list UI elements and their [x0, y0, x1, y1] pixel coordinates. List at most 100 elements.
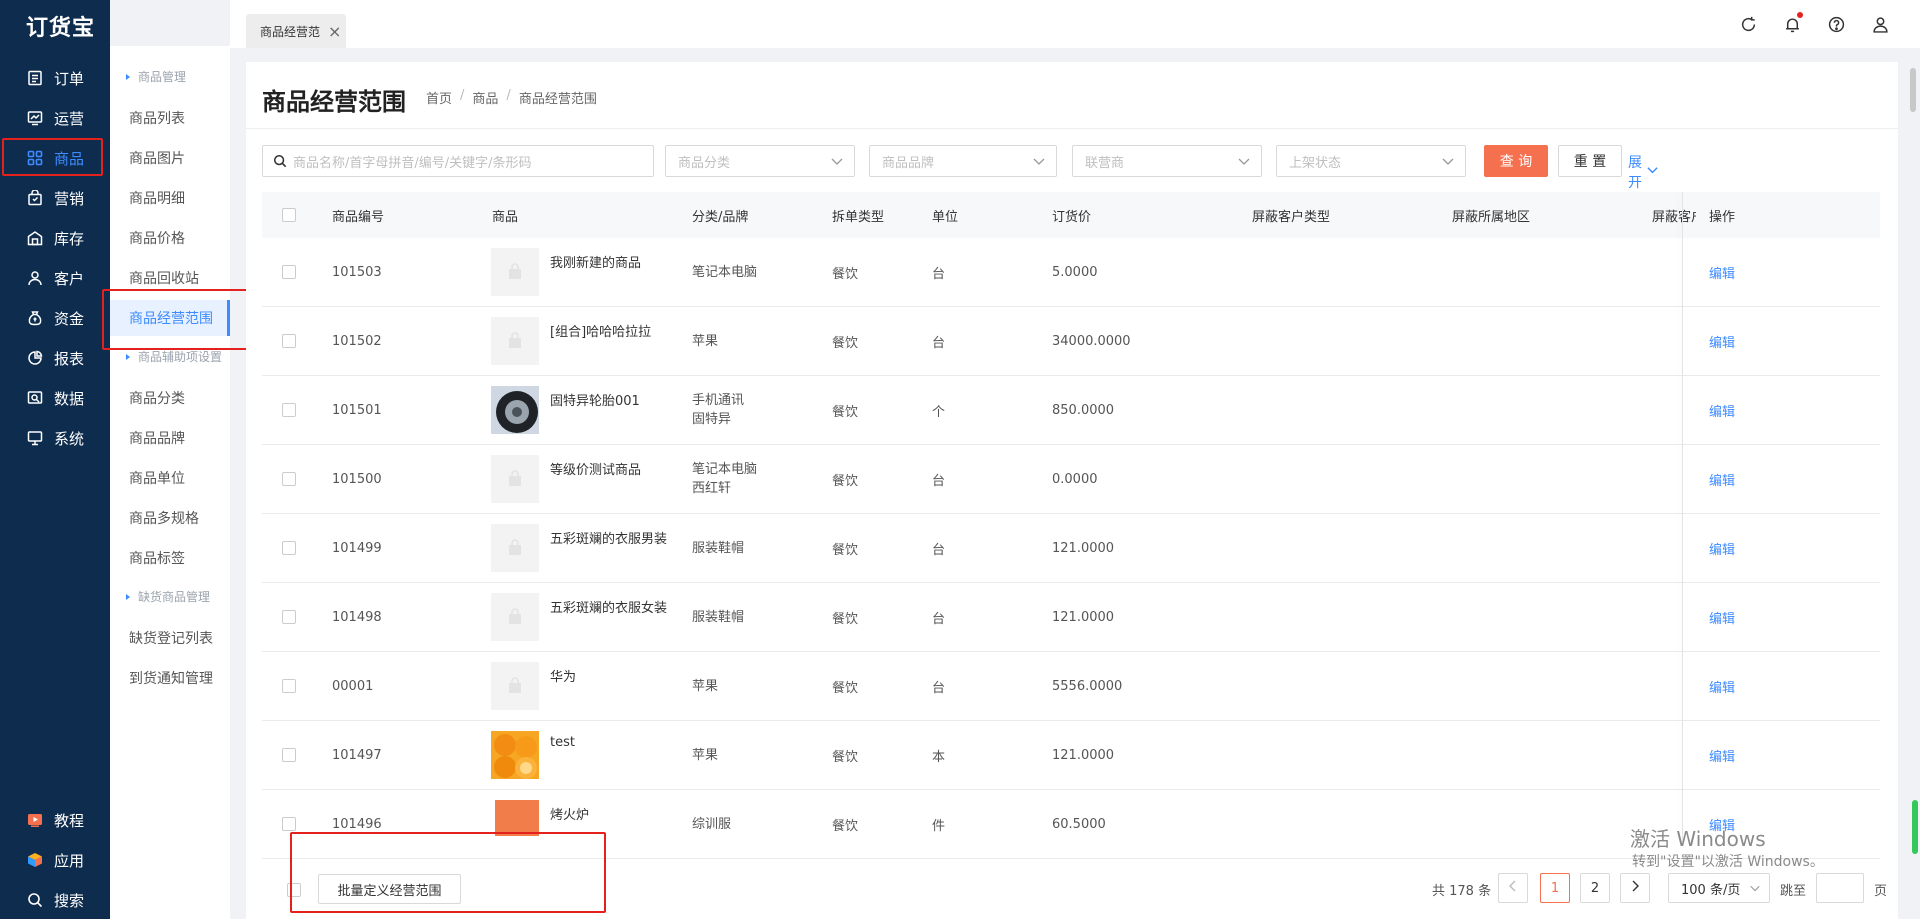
nav-label-marketing: 营销 — [54, 189, 85, 208]
sub-item-tags[interactable]: 商品标签 — [110, 540, 230, 576]
row-checkbox[interactable] — [282, 472, 296, 486]
brand-placeholder: 商品品牌 — [882, 155, 935, 171]
nav-label-tutorial: 教程 — [54, 811, 85, 830]
nav-item-system[interactable]: 系统 — [0, 418, 110, 458]
image-placeholder-icon — [491, 524, 539, 572]
col-header-actions: 操作 — [1709, 209, 1736, 225]
nav-item-marketing[interactable]: 营销 — [0, 178, 110, 218]
row-checkbox[interactable] — [282, 334, 296, 348]
edit-link[interactable]: 编辑 — [1709, 677, 1735, 696]
sub-item-goods-list[interactable]: 商品列表 — [110, 100, 230, 136]
edit-link[interactable]: 编辑 — [1709, 608, 1735, 627]
status-placeholder: 上架状态 — [1289, 155, 1342, 171]
help-icon[interactable] — [1826, 14, 1846, 34]
cell-split-type: 餐饮 — [832, 612, 859, 627]
cell-price: 121.0000 — [1052, 610, 1115, 625]
nav-label-search: 搜索 — [54, 891, 85, 910]
nav-item-goods[interactable]: 商品 — [0, 138, 110, 178]
sub-item-goods-recycle[interactable]: 商品回收站 — [110, 260, 230, 296]
cell-split-type: 餐饮 — [832, 681, 859, 696]
row-checkbox[interactable] — [282, 403, 296, 417]
sub-item-multi-spec[interactable]: 商品多规格 — [110, 500, 230, 536]
nav-item-report[interactable]: 报表 — [0, 338, 110, 378]
breadcrumb-current: 商品经营范围 — [518, 92, 597, 107]
nav-label-finance: 资金 — [54, 309, 85, 328]
edit-link[interactable]: 编辑 — [1709, 332, 1735, 351]
row-checkbox[interactable] — [282, 541, 296, 555]
table-row: 101503 我刚新建的商品 笔记本电脑 餐饮 台 5.0000 编辑 — [262, 238, 1880, 307]
category-select[interactable]: 商品分类 — [665, 145, 855, 177]
nav-item-data[interactable]: 数据 — [0, 378, 110, 418]
next-page-button[interactable] — [1620, 873, 1650, 903]
select-all-checkbox[interactable] — [282, 208, 296, 222]
chevron-down-icon — [1749, 882, 1761, 898]
reset-button[interactable]: 重 置 — [1558, 145, 1622, 177]
edit-link[interactable]: 编辑 — [1709, 263, 1735, 282]
row-checkbox[interactable] — [282, 610, 296, 624]
sub-item-category[interactable]: 商品分类 — [110, 380, 230, 416]
brand-select[interactable]: 商品品牌 — [869, 145, 1057, 177]
search-input[interactable]: 商品名称/首字母拼音/编号/关键字/条形码 — [262, 145, 654, 177]
refresh-icon[interactable] — [1738, 14, 1758, 34]
row-checkbox[interactable] — [282, 679, 296, 693]
page-size-select[interactable]: 100 条/页 — [1668, 873, 1770, 903]
sub-item-goods-detail[interactable]: 商品明细 — [110, 180, 230, 216]
image-placeholder-icon — [491, 248, 539, 296]
breadcrumb-home[interactable]: 首页 — [426, 88, 452, 107]
page-tab-business-scope[interactable]: 商品经营范 × — [246, 14, 346, 48]
nav-item-search[interactable]: 搜索 — [0, 880, 110, 919]
edit-link[interactable]: 编辑 — [1709, 746, 1735, 765]
sub-item-unit[interactable]: 商品单位 — [110, 460, 230, 496]
page-1-button[interactable]: 1 — [1540, 873, 1570, 903]
sub-item-stockout-register[interactable]: 缺货登记列表 — [110, 620, 230, 656]
edit-link[interactable]: 编辑 — [1709, 539, 1735, 558]
edit-link[interactable]: 编辑 — [1709, 401, 1735, 420]
union-select[interactable]: 联营商 — [1072, 145, 1262, 177]
sub-item-brand[interactable]: 商品品牌 — [110, 420, 230, 456]
nav-item-tutorial[interactable]: 教程 — [0, 800, 110, 840]
breadcrumb-goods[interactable]: 商品 — [472, 88, 498, 107]
row-checkbox[interactable] — [282, 265, 296, 279]
page-scrollbar[interactable] — [1910, 68, 1916, 112]
jump-page-input[interactable] — [1816, 873, 1864, 903]
close-icon[interactable]: × — [328, 22, 341, 41]
table-row: 101500 等级价测试商品 笔记本电脑 西红轩 餐饮 台 0.0000 编辑 — [262, 445, 1880, 514]
cell-price: 5.0000 — [1052, 265, 1098, 280]
nav-item-inventory[interactable]: 库存 — [0, 218, 110, 258]
row-checkbox[interactable] — [282, 817, 296, 831]
nav-label-report: 报表 — [54, 349, 85, 368]
table-row: 101502 [组合]哈哈哈拉拉 苹果 餐饮 台 34000.0000 编辑 — [262, 307, 1880, 376]
cell-split-type: 餐饮 — [832, 750, 859, 765]
notification-dot — [1797, 12, 1803, 18]
cell-category: 苹果 — [692, 679, 719, 694]
bell-icon[interactable] — [1782, 12, 1803, 34]
footer-select-checkbox[interactable] — [287, 883, 301, 897]
nav-label-inventory: 库存 — [54, 229, 85, 248]
fixed-column-divider — [1682, 192, 1683, 842]
sub-group-auxiliary-settings: 商品辅助项设置 — [110, 348, 230, 365]
nav-item-apps[interactable]: 应用 — [0, 840, 110, 880]
nav-item-order[interactable]: 订单 — [0, 58, 110, 98]
page-suffix-label: 页 — [1874, 884, 1888, 899]
customer-icon — [26, 269, 44, 287]
query-button[interactable]: 查 询 — [1484, 145, 1548, 177]
expand-button[interactable]: 展开 — [1628, 152, 1659, 192]
nav-item-operation[interactable]: 运营 — [0, 98, 110, 138]
user-icon[interactable] — [1870, 14, 1890, 34]
batch-define-scope-button[interactable]: 批量定义经营范围 — [318, 874, 461, 904]
nav-item-finance[interactable]: 资金 — [0, 298, 110, 338]
edit-link[interactable]: 编辑 — [1709, 470, 1735, 489]
sub-item-goods-images[interactable]: 商品图片 — [110, 140, 230, 176]
row-checkbox[interactable] — [282, 748, 296, 762]
nav-item-customer[interactable]: 客户 — [0, 258, 110, 298]
cell-price: 121.0000 — [1052, 748, 1115, 763]
sub-item-business-scope[interactable]: 商品经营范围 — [110, 300, 230, 336]
page-2-button[interactable]: 2 — [1580, 873, 1610, 903]
cell-split-type: 餐饮 — [832, 474, 859, 489]
prev-page-button[interactable] — [1498, 873, 1528, 903]
status-select[interactable]: 上架状态 — [1276, 145, 1466, 177]
cell-category: 服装鞋帽 — [692, 610, 745, 625]
sub-item-arrival-notice[interactable]: 到货通知管理 — [110, 660, 230, 696]
cell-unit: 台 — [932, 612, 946, 627]
sub-item-goods-price[interactable]: 商品价格 — [110, 220, 230, 256]
